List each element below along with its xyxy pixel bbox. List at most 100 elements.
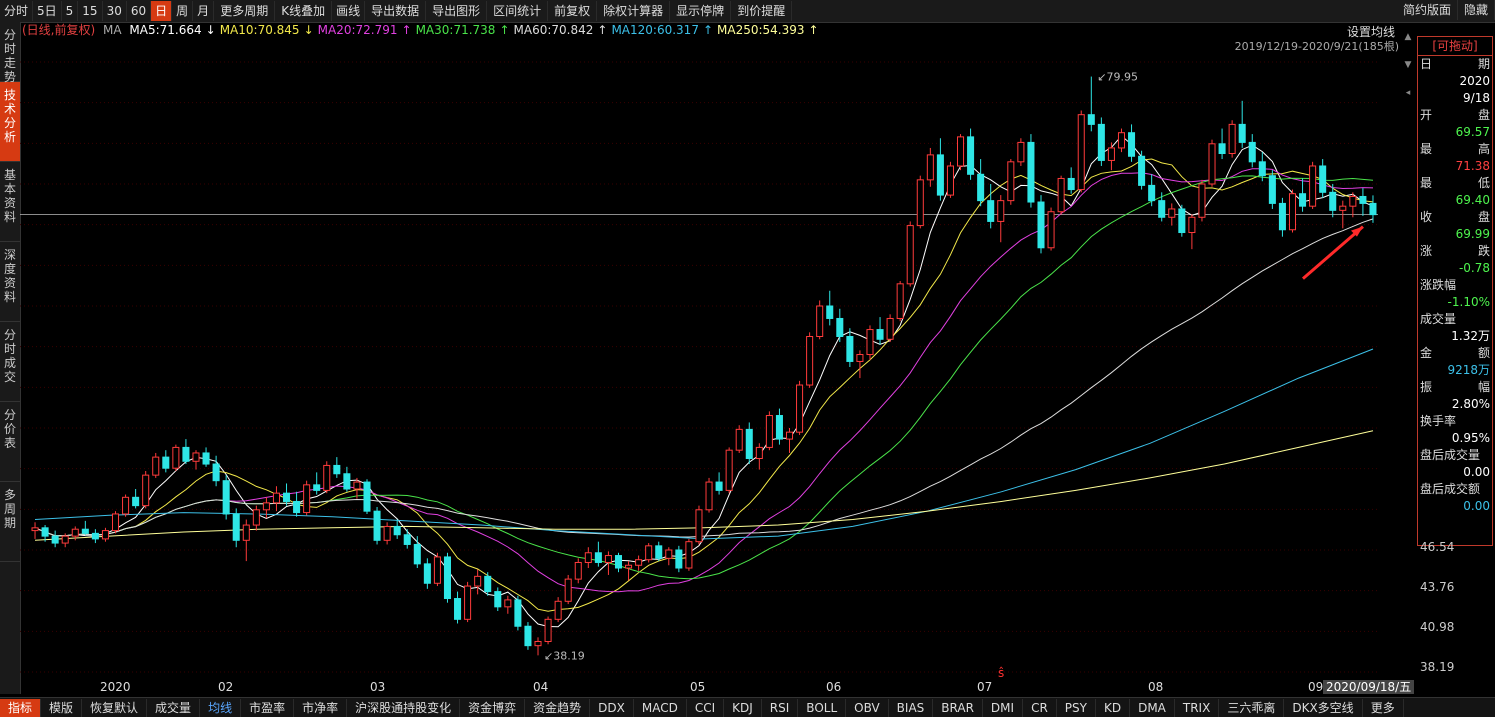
- candle[interactable]: [886, 314, 894, 343]
- candle[interactable]: [423, 558, 431, 589]
- candle[interactable]: [544, 616, 552, 645]
- candle[interactable]: [162, 450, 170, 473]
- candle[interactable]: [524, 622, 532, 650]
- candle[interactable]: [725, 447, 733, 494]
- candle[interactable]: [1248, 134, 1256, 168]
- toolbar-right-item[interactable]: 简约版面: [1397, 0, 1458, 20]
- indicator-tab[interactable]: 指标: [0, 698, 42, 717]
- candle[interactable]: [1117, 128, 1125, 153]
- candle[interactable]: [1218, 128, 1226, 160]
- candle[interactable]: [806, 332, 814, 388]
- candle[interactable]: [323, 461, 331, 494]
- candle[interactable]: [1107, 142, 1115, 171]
- indicator-tab[interactable]: 均线: [200, 698, 242, 717]
- candle[interactable]: [152, 452, 160, 478]
- candle[interactable]: [433, 552, 441, 587]
- candle[interactable]: [464, 581, 472, 623]
- candle[interactable]: [574, 558, 582, 584]
- candle[interactable]: [202, 447, 210, 467]
- indicator-tab[interactable]: KDJ: [724, 698, 762, 717]
- indicator-tab[interactable]: DMA: [1130, 698, 1175, 717]
- candle[interactable]: [1057, 175, 1065, 215]
- indicator-tab[interactable]: BOLL: [798, 698, 847, 717]
- candle[interactable]: [866, 325, 874, 361]
- candle[interactable]: [685, 538, 693, 571]
- candle[interactable]: [1319, 159, 1327, 198]
- candle[interactable]: [1299, 178, 1307, 212]
- indicator-tab[interactable]: 市净率: [294, 698, 348, 717]
- candle[interactable]: [876, 317, 884, 345]
- indicator-tab[interactable]: 沪深股通持股变化: [347, 698, 461, 717]
- candle[interactable]: [655, 541, 663, 562]
- candle[interactable]: [987, 184, 995, 229]
- candle[interactable]: [1208, 139, 1216, 187]
- candle[interactable]: [333, 457, 341, 478]
- candle[interactable]: [826, 290, 834, 326]
- candle[interactable]: [926, 147, 934, 187]
- candle[interactable]: [554, 597, 562, 623]
- toolbar-item[interactable]: 周: [172, 1, 194, 21]
- candle[interactable]: [383, 522, 391, 545]
- collapse-panel-icon[interactable]: ◂: [1403, 88, 1413, 98]
- candle[interactable]: [584, 547, 592, 569]
- indicator-tab[interactable]: 资金趋势: [525, 698, 591, 717]
- indicator-tab[interactable]: OBV: [846, 698, 889, 717]
- candle[interactable]: [695, 505, 703, 545]
- candle[interactable]: [765, 411, 773, 451]
- indicator-tab[interactable]: BRAR: [933, 698, 983, 717]
- candle[interactable]: [514, 595, 522, 631]
- candle[interactable]: [564, 574, 572, 605]
- side-tab[interactable]: 多周期: [0, 482, 20, 562]
- toolbar-item[interactable]: 月: [193, 1, 215, 21]
- candle[interactable]: [896, 281, 904, 322]
- candle[interactable]: [796, 380, 804, 435]
- candle[interactable]: [977, 159, 985, 207]
- toolbar-item[interactable]: 30: [103, 1, 127, 21]
- indicator-tab[interactable]: 模版: [41, 698, 83, 717]
- toolbar-item[interactable]: 显示停牌: [670, 1, 732, 21]
- candle[interactable]: [745, 422, 753, 465]
- indicator-tab[interactable]: DKX多空线: [1284, 698, 1363, 717]
- toolbar-item[interactable]: 60: [127, 1, 152, 21]
- candle[interactable]: [1077, 110, 1085, 193]
- indicator-tab[interactable]: BIAS: [889, 698, 934, 717]
- candle[interactable]: [1087, 76, 1095, 132]
- candle[interactable]: [484, 572, 492, 596]
- indicator-tab[interactable]: 成交量: [147, 698, 201, 717]
- candle[interactable]: [1238, 100, 1246, 148]
- candle[interactable]: [1128, 124, 1136, 162]
- candle[interactable]: [816, 300, 824, 340]
- vertical-scrollbar[interactable]: ▲ ▼ ◂: [1402, 24, 1414, 680]
- side-tab[interactable]: 深度资料: [0, 242, 20, 322]
- scroll-down-icon[interactable]: ▼: [1403, 60, 1413, 70]
- candle[interactable]: [1067, 167, 1075, 194]
- candle[interactable]: [846, 328, 854, 367]
- indicator-tab[interactable]: KD: [1096, 698, 1131, 717]
- candle[interactable]: [393, 519, 401, 539]
- candle[interactable]: [1138, 150, 1146, 190]
- indicator-tab[interactable]: 恢复默认: [82, 698, 148, 717]
- candle[interactable]: [614, 552, 623, 573]
- candle[interactable]: [594, 541, 602, 567]
- toolbar-item[interactable]: 日: [151, 1, 173, 21]
- toolbar-item[interactable]: K线叠加: [275, 1, 333, 21]
- candle[interactable]: [232, 508, 240, 548]
- candle[interactable]: [1027, 134, 1035, 208]
- scroll-up-icon[interactable]: ▲: [1403, 32, 1413, 42]
- candle[interactable]: [182, 439, 190, 465]
- candle[interactable]: [916, 175, 924, 229]
- toolbar-item[interactable]: 导出图形: [426, 1, 488, 21]
- candle[interactable]: [645, 543, 653, 563]
- candle[interactable]: [1288, 189, 1297, 233]
- candle[interactable]: [262, 497, 270, 519]
- candle[interactable]: [293, 491, 301, 517]
- candle[interactable]: [785, 428, 794, 453]
- candle[interactable]: [1178, 204, 1186, 237]
- candle[interactable]: [1369, 195, 1377, 223]
- info-panel[interactable]: [可拖动] 日期 2020 9/18 开盘 69.57 最高 71.38 最低 …: [1417, 36, 1493, 546]
- event-marker-icon[interactable]: ŝ: [998, 666, 1004, 680]
- candle[interactable]: [363, 479, 371, 514]
- candle[interactable]: [534, 637, 542, 656]
- candle[interactable]: [735, 425, 743, 453]
- toolbar-item[interactable]: 区间统计: [487, 1, 549, 21]
